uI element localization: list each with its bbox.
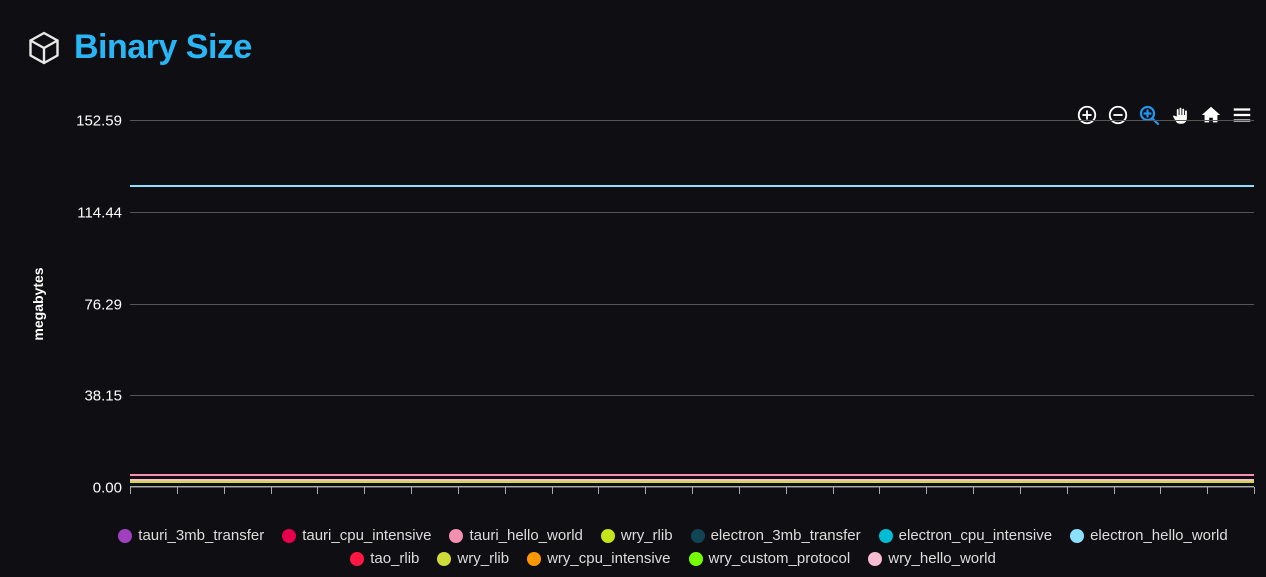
legend-item[interactable]: wry_custom_protocol — [689, 550, 851, 567]
x-tick — [786, 487, 787, 494]
chart-plot[interactable]: 0.0038.1576.29114.44152.59 — [130, 120, 1254, 487]
legend-swatch — [437, 552, 451, 566]
x-tick — [1067, 487, 1068, 494]
legend-label: wry_rlib — [457, 550, 509, 567]
y-axis-label: megabytes — [30, 267, 46, 340]
legend-swatch — [691, 529, 705, 543]
legend-label: wry_rlib — [621, 527, 673, 544]
legend-label: wry_hello_world — [888, 550, 996, 567]
legend-item[interactable]: electron_hello_world — [1070, 527, 1228, 544]
x-tick — [458, 487, 459, 494]
x-tick — [271, 487, 272, 494]
legend-swatch — [879, 529, 893, 543]
legend-item[interactable]: tauri_3mb_transfer — [118, 527, 264, 544]
x-tick — [505, 487, 506, 494]
legend-label: wry_custom_protocol — [709, 550, 851, 567]
legend-swatch — [449, 529, 463, 543]
x-tick — [317, 487, 318, 494]
legend-item[interactable]: wry_cpu_intensive — [527, 550, 670, 567]
x-tick — [224, 487, 225, 494]
legend-swatch — [1070, 529, 1084, 543]
x-tick — [1160, 487, 1161, 494]
y-tick-label: 152.59 — [76, 113, 122, 130]
x-tick — [926, 487, 927, 494]
x-tick — [130, 487, 131, 494]
y-tick-label: 76.29 — [84, 296, 122, 313]
x-tick — [1114, 487, 1115, 494]
legend-swatch — [350, 552, 364, 566]
package-icon — [26, 30, 62, 66]
x-tick — [973, 487, 974, 494]
legend-item[interactable]: electron_cpu_intensive — [879, 527, 1052, 544]
legend-item[interactable]: tao_rlib — [350, 550, 419, 567]
legend-label: tauri_3mb_transfer — [138, 527, 264, 544]
legend-item[interactable]: wry_hello_world — [868, 550, 996, 567]
x-tick — [552, 487, 553, 494]
y-tick-label: 0.00 — [93, 480, 122, 497]
gridline: 152.59 — [130, 120, 1254, 121]
x-tick — [177, 487, 178, 494]
gridline: 38.15 — [130, 395, 1254, 396]
series-line — [130, 474, 1254, 476]
legend-swatch — [868, 552, 882, 566]
legend-label: tao_rlib — [370, 550, 419, 567]
legend-label: electron_3mb_transfer — [711, 527, 861, 544]
legend-label: electron_hello_world — [1090, 527, 1228, 544]
legend-swatch — [527, 552, 541, 566]
x-tick — [833, 487, 834, 494]
gridline: 114.44 — [130, 212, 1254, 213]
x-tick — [598, 487, 599, 494]
x-tick — [1020, 487, 1021, 494]
header: Binary Size — [0, 0, 1266, 67]
y-tick-label: 38.15 — [84, 388, 122, 405]
gridline: 76.29 — [130, 304, 1254, 305]
legend-swatch — [282, 529, 296, 543]
legend-item[interactable]: tauri_hello_world — [449, 527, 582, 544]
x-tick — [645, 487, 646, 494]
legend-item[interactable]: wry_rlib — [437, 550, 509, 567]
series-line — [130, 481, 1254, 483]
x-tick — [1254, 487, 1255, 494]
x-tick — [1207, 487, 1208, 494]
x-tick — [739, 487, 740, 494]
legend-swatch — [118, 529, 132, 543]
x-tick — [411, 487, 412, 494]
series-line — [130, 479, 1254, 481]
legend-label: tauri_hello_world — [469, 527, 582, 544]
x-tick — [879, 487, 880, 494]
legend-item[interactable]: wry_rlib — [601, 527, 673, 544]
legend-label: wry_cpu_intensive — [547, 550, 670, 567]
series-line — [130, 185, 1254, 187]
x-tick — [364, 487, 365, 494]
y-tick-label: 114.44 — [77, 204, 122, 221]
legend-item[interactable]: tauri_cpu_intensive — [282, 527, 431, 544]
legend-swatch — [601, 529, 615, 543]
x-tick — [692, 487, 693, 494]
x-axis — [130, 486, 1254, 487]
page-title: Binary Size — [74, 28, 252, 67]
legend-swatch — [689, 552, 703, 566]
legend-label: electron_cpu_intensive — [899, 527, 1052, 544]
legend-label: tauri_cpu_intensive — [302, 527, 431, 544]
chart-area: megabytes 0.0038.1576.29114.44152.59 — [30, 120, 1254, 487]
chart-legend: tauri_3mb_transfer tauri_cpu_intensive tau… — [100, 527, 1246, 567]
legend-item[interactable]: electron_3mb_transfer — [691, 527, 861, 544]
